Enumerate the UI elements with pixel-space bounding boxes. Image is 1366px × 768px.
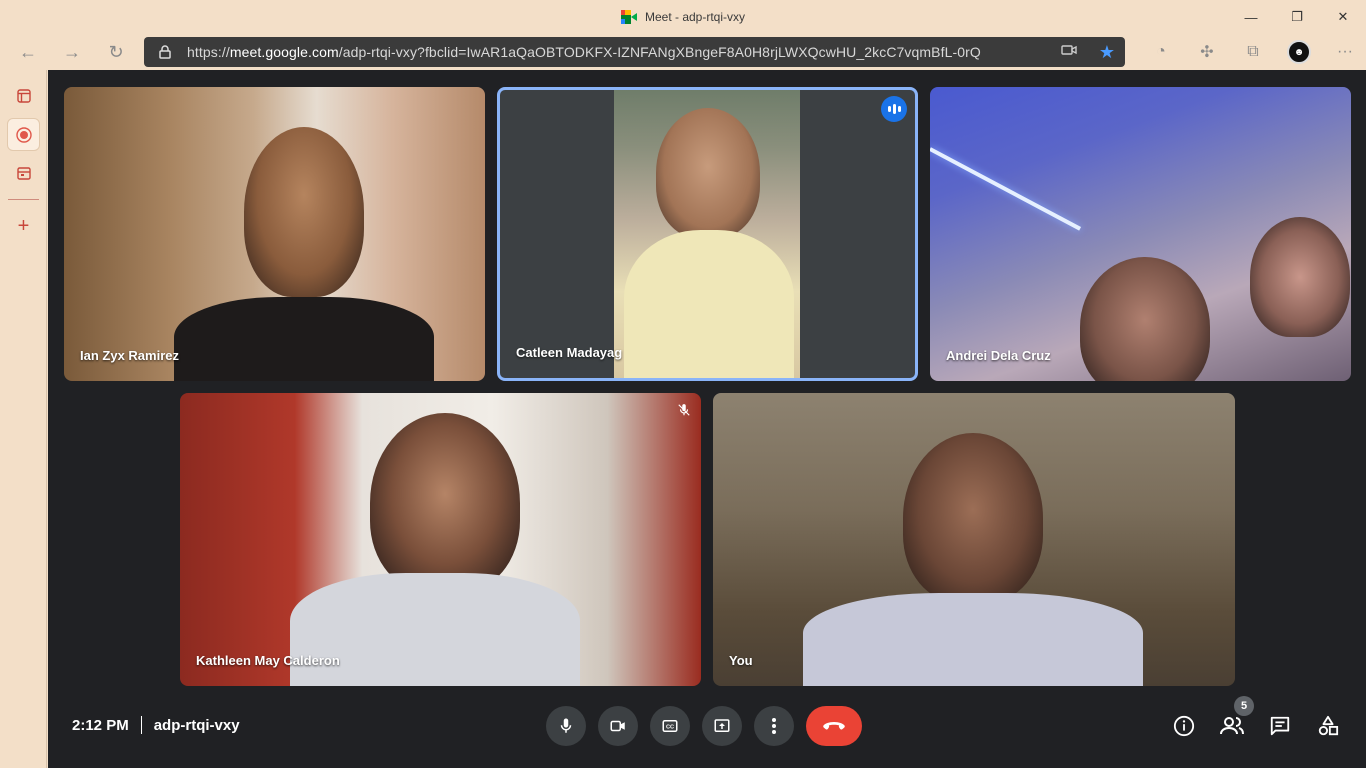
meeting-side-controls: 5 xyxy=(1160,696,1352,746)
camera-icon xyxy=(610,720,625,732)
participant-tile[interactable]: Ian Zyx Ramirez xyxy=(64,87,485,381)
meeting-details: 2:12 PM adp-rtqi-vxy xyxy=(72,716,240,734)
chat-button[interactable] xyxy=(1256,706,1304,746)
window-controls: — ❐ ✕ xyxy=(1228,0,1366,34)
captions-icon: CC xyxy=(662,720,678,732)
present-icon xyxy=(714,719,730,732)
self-view-tile[interactable]: You xyxy=(713,393,1235,686)
tab-title: Meet - adp-rtqi-vxy xyxy=(620,10,746,24)
participant-shirt xyxy=(803,593,1143,686)
participant-tile[interactable]: Andrei Dela Cruz xyxy=(930,87,1351,381)
star-icon[interactable]: ★ xyxy=(1099,42,1115,63)
calendar-button[interactable] xyxy=(0,155,47,191)
minimize-button[interactable]: — xyxy=(1228,0,1274,34)
extension-button[interactable]: ◔ xyxy=(1138,36,1184,68)
refresh-icon: ↻ xyxy=(108,41,124,62)
collections-icon: ⧉ xyxy=(1247,43,1259,60)
collections-button[interactable]: ⧉ xyxy=(1230,36,1276,68)
recording-button[interactable] xyxy=(7,118,40,151)
url-text: https://meet.google.com/adp-rtqi-vxy?fbc… xyxy=(187,44,981,60)
participant-tile[interactable]: Kathleen May Calderon xyxy=(180,393,701,686)
participant-video xyxy=(370,413,520,593)
url-host: meet.google.com xyxy=(229,44,339,60)
sidebar-divider xyxy=(7,199,39,200)
people-icon xyxy=(1220,717,1244,735)
meet-logo-icon xyxy=(620,10,637,24)
present-button[interactable] xyxy=(702,706,742,746)
participant-name: You xyxy=(729,653,753,668)
avatar: ☻ xyxy=(1287,40,1311,64)
calendar-icon xyxy=(16,167,31,180)
participant-name: Andrei Dela Cruz xyxy=(946,348,1051,363)
puzzle-button[interactable]: ✣ xyxy=(1184,36,1230,68)
participant-video xyxy=(244,127,364,297)
people-button[interactable]: 5 xyxy=(1208,696,1256,746)
participant-video xyxy=(614,90,800,378)
end-call-button[interactable] xyxy=(806,706,862,746)
call-controls: CC xyxy=(546,706,862,746)
more-icon: ··· xyxy=(1337,43,1353,60)
tab-actions-button[interactable] xyxy=(0,78,47,114)
microphone-button[interactable] xyxy=(546,706,586,746)
participant-name: Ian Zyx Ramirez xyxy=(80,348,179,363)
profile-button[interactable]: ☻ xyxy=(1276,36,1322,68)
meeting-bottom-bar: 2:12 PM adp-rtqi-vxy CC 5 xyxy=(48,686,1366,768)
participant-shirt xyxy=(290,573,580,686)
tabs-icon xyxy=(16,89,31,103)
meet-stage: Ian Zyx Ramirez Catleen Madayag Andrei D… xyxy=(48,70,1366,768)
activities-button[interactable] xyxy=(1304,706,1352,746)
mic-icon xyxy=(560,718,572,733)
info-icon xyxy=(1173,715,1195,737)
url-prefix: https:// xyxy=(187,44,230,60)
restore-button[interactable]: ❐ xyxy=(1274,0,1320,34)
forward-button[interactable]: → xyxy=(52,36,92,68)
camera-icon[interactable] xyxy=(1061,43,1077,60)
participant-count-badge: 5 xyxy=(1234,696,1254,716)
meeting-details-button[interactable] xyxy=(1160,706,1208,746)
plus-icon: + xyxy=(17,214,30,237)
puzzle-icon: ✣ xyxy=(1200,44,1214,61)
window-titlebar: Meet - adp-rtqi-vxy — ❐ ✕ xyxy=(0,0,1366,34)
participant-video xyxy=(1080,257,1210,381)
browser-extensions: ◔ ✣ ⧉ ☻ ··· xyxy=(1138,34,1366,70)
back-icon: ← xyxy=(19,41,37,62)
participant-shirt xyxy=(174,297,434,381)
more-button[interactable]: ··· xyxy=(1322,36,1366,68)
more-options-button[interactable] xyxy=(754,706,794,746)
lock-icon xyxy=(158,45,172,59)
record-icon xyxy=(15,126,32,143)
meeting-time: 2:12 PM xyxy=(72,716,129,734)
close-window-button[interactable]: ✕ xyxy=(1320,0,1366,34)
mic-off-icon xyxy=(677,403,691,422)
participant-name: Kathleen May Calderon xyxy=(196,653,340,668)
add-sidebar-app-button[interactable]: + xyxy=(0,208,47,244)
participant-tile-active-speaker[interactable]: Catleen Madayag xyxy=(497,87,918,381)
activities-icon xyxy=(1318,715,1339,736)
meeting-code: adp-rtqi-vxy xyxy=(153,716,240,734)
participant-video xyxy=(903,433,1043,603)
participant-video-2 xyxy=(1250,217,1350,337)
browser-sidebar: + xyxy=(0,70,47,768)
address-bar[interactable]: https://meet.google.com/adp-rtqi-vxy?fbc… xyxy=(144,37,1125,67)
refresh-button[interactable]: ↻ xyxy=(96,36,136,68)
camera-button[interactable] xyxy=(598,706,638,746)
extension-icon: ◔ xyxy=(1156,43,1166,60)
back-button[interactable]: ← xyxy=(8,36,48,68)
browser-toolbar: ← → ↻ https://meet.google.com/adp-rtqi-v… xyxy=(0,34,1366,70)
more-vert-icon xyxy=(772,718,776,734)
tab-title-text: Meet - adp-rtqi-vxy xyxy=(644,10,746,24)
meeting-info-separator xyxy=(140,716,142,734)
url-path: /adp-rtqi-vxy?fbclid=IwAR1aQaOBTODKFX-IZ… xyxy=(338,44,981,60)
forward-icon: → xyxy=(63,41,81,62)
captions-button[interactable]: CC xyxy=(650,706,690,746)
speaking-indicator-icon xyxy=(881,96,907,122)
participant-name: Catleen Madayag xyxy=(516,345,623,360)
svg-text:CC: CC xyxy=(666,725,674,731)
end-call-icon xyxy=(823,722,845,730)
chat-icon xyxy=(1270,716,1290,736)
led-strip xyxy=(930,147,1082,231)
